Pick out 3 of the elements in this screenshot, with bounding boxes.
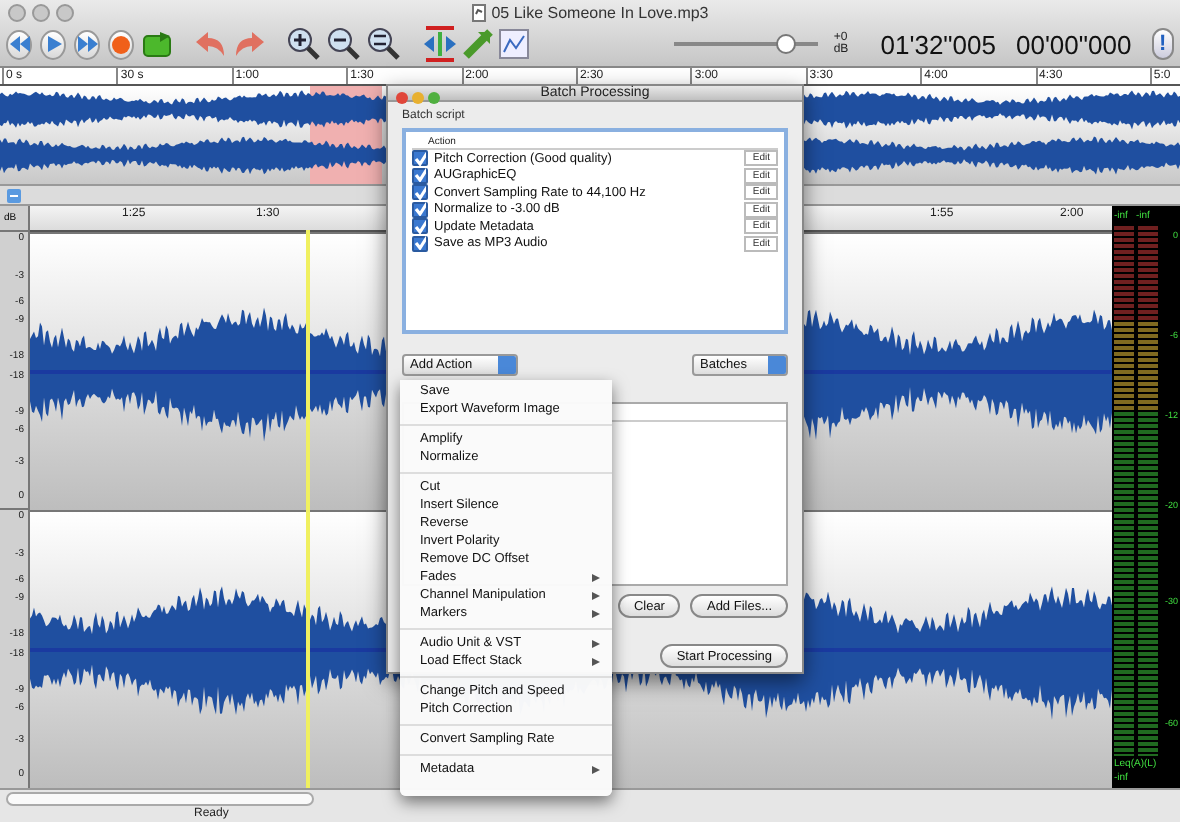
time-selection: 00'00"000 bbox=[1015, 29, 1132, 59]
time-position: 01'32"005 bbox=[880, 29, 996, 59]
window-title: 05 Like Someone In Love.mp3 bbox=[491, 3, 709, 21]
